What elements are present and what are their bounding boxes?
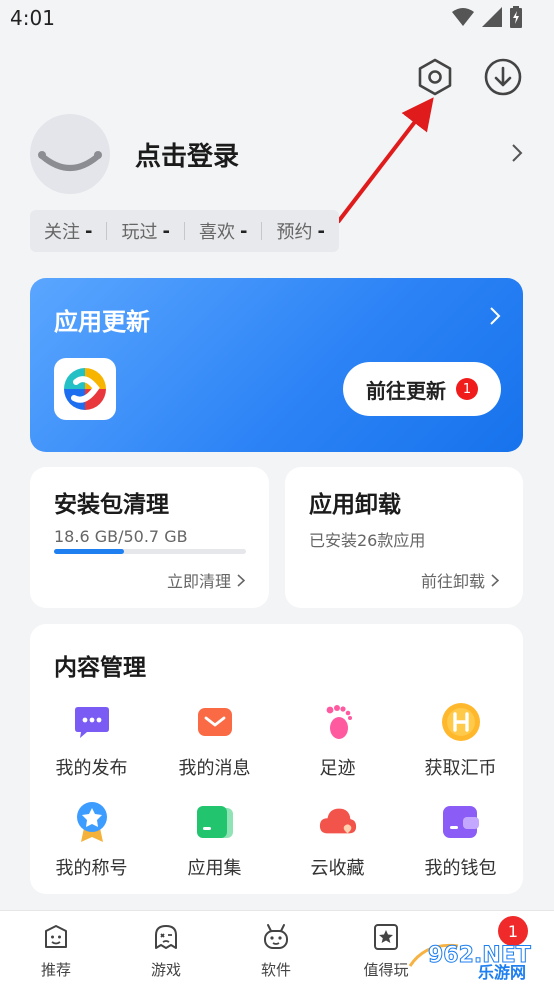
grid-label: 获取汇币 [424,758,497,779]
medal-icon [72,802,112,842]
status-time: 4:01 [10,6,55,30]
tab-label: 软件 [260,961,291,979]
storage-progress-fill [54,549,125,554]
profile-row[interactable]: 点击登录 [30,114,524,194]
collection-icon [195,802,235,842]
status-bar: 4:01 [0,0,554,40]
grid-item-my-messages[interactable]: 我的消息 [153,702,276,780]
software-icon [264,924,288,949]
stat-liked[interactable]: 喜欢 - [199,218,247,244]
divider [106,222,108,240]
grid-label: 我的消息 [178,758,251,779]
wifi-icon [452,8,474,26]
status-icons [452,6,522,28]
login-text[interactable]: 点击登录 [135,136,239,173]
go-update-label: 前往更新 [366,378,446,403]
chevron-right-icon [490,307,501,325]
watermark-text-2: 乐游网 [478,963,526,980]
go-uninstall-button[interactable]: 前往卸载 [421,568,499,592]
chevron-right-icon [491,573,499,587]
stat-reserved[interactable]: 预约 - [276,218,324,244]
stat-label: 关注 [44,222,80,243]
storage-usage-text: 18.6 GB/50.7 GB [54,527,188,546]
cloud-heart-icon [318,802,358,842]
avatar-placeholder-icon [38,151,102,171]
stat-value: - [239,220,248,242]
tab-software[interactable]: 软件 [226,923,326,980]
stat-follow[interactable]: 关注 - [44,218,92,244]
avatar[interactable] [30,114,110,194]
settings-button[interactable] [414,56,456,98]
watermark-logo: 962.NET 乐游网 [406,936,546,982]
grid-label: 我的称号 [55,858,128,879]
tab-games[interactable]: 游戏 [116,923,216,980]
grid-label: 足迹 [319,758,356,779]
installed-count-text: 已安装26款应用 [309,531,426,550]
grid-item-get-coins[interactable]: 获取汇币 [399,702,522,780]
footprint-icon [318,702,358,742]
grid-item-app-collection[interactable]: 应用集 [153,802,276,880]
package-clean-title: 安装包清理 [54,492,169,518]
chevron-right-icon [512,144,523,162]
game-icon [155,925,177,949]
divider [183,222,185,240]
update-title: 应用更新 [54,308,150,336]
divider [261,222,263,240]
grid-label: 我的钱包 [424,858,497,879]
stat-value: - [85,220,93,242]
storage-progress-bar [54,549,246,554]
header-actions [414,56,524,98]
stat-label: 预约 [276,222,313,243]
tab-label: 游戏 [150,961,181,979]
uninstall-title: 应用卸载 [309,492,401,518]
download-icon [484,58,522,96]
stats-bar: 关注 - 玩过 - 喜欢 - 预约 - [30,210,339,252]
grid-item-footprint[interactable]: 足迹 [276,702,399,780]
package-clean-card[interactable]: 安装包清理 18.6 GB/50.7 GB 立即清理 [30,467,269,608]
chevron-right-icon [237,573,245,587]
go-uninstall-label: 前往卸载 [420,572,485,591]
clean-now-label: 立即清理 [166,572,231,591]
tab-label: 推荐 [40,961,71,979]
download-button[interactable] [482,56,524,98]
stat-played[interactable]: 玩过 - [121,218,169,244]
grid-item-my-titles[interactable]: 我的称号 [30,802,153,880]
coin-icon [441,702,481,742]
stat-value: - [162,220,170,242]
app-update-card[interactable]: 应用更新 前往更新 1 [30,278,523,452]
grid-label: 我的发布 [55,758,128,779]
star-icon [374,924,398,950]
grid-label: 应用集 [187,858,242,879]
content-management-title: 内容管理 [54,655,146,681]
grid-label: 云收藏 [310,858,365,879]
app-uninstall-card[interactable]: 应用卸载 已安装26款应用 前往卸载 [285,467,523,608]
battery-icon [510,6,522,28]
go-update-button[interactable]: 前往更新 1 [343,362,501,416]
tab-recommend[interactable]: 推荐 [6,923,106,980]
content-management-card: 内容管理 我的发布 我的消息 足迹 获取汇币 我的称号 应用集 云收藏 我的钱包 [30,624,523,894]
clean-now-button[interactable]: 立即清理 [167,568,245,592]
settings-icon [418,58,452,96]
grid-item-my-wallet[interactable]: 我的钱包 [399,802,522,880]
app-logo-icon [54,358,116,420]
grid-item-my-posts[interactable]: 我的发布 [30,702,153,780]
chat-bubble-icon [72,702,112,742]
signal-icon [482,7,502,27]
mail-icon [195,702,235,742]
stat-label: 喜欢 [198,222,235,243]
wallet-icon [441,802,481,842]
update-count-badge: 1 [456,378,478,400]
stat-label: 玩过 [121,222,158,243]
stat-value: - [317,220,325,242]
recommend-icon [45,925,67,948]
grid-item-cloud-favorites[interactable]: 云收藏 [276,802,399,880]
